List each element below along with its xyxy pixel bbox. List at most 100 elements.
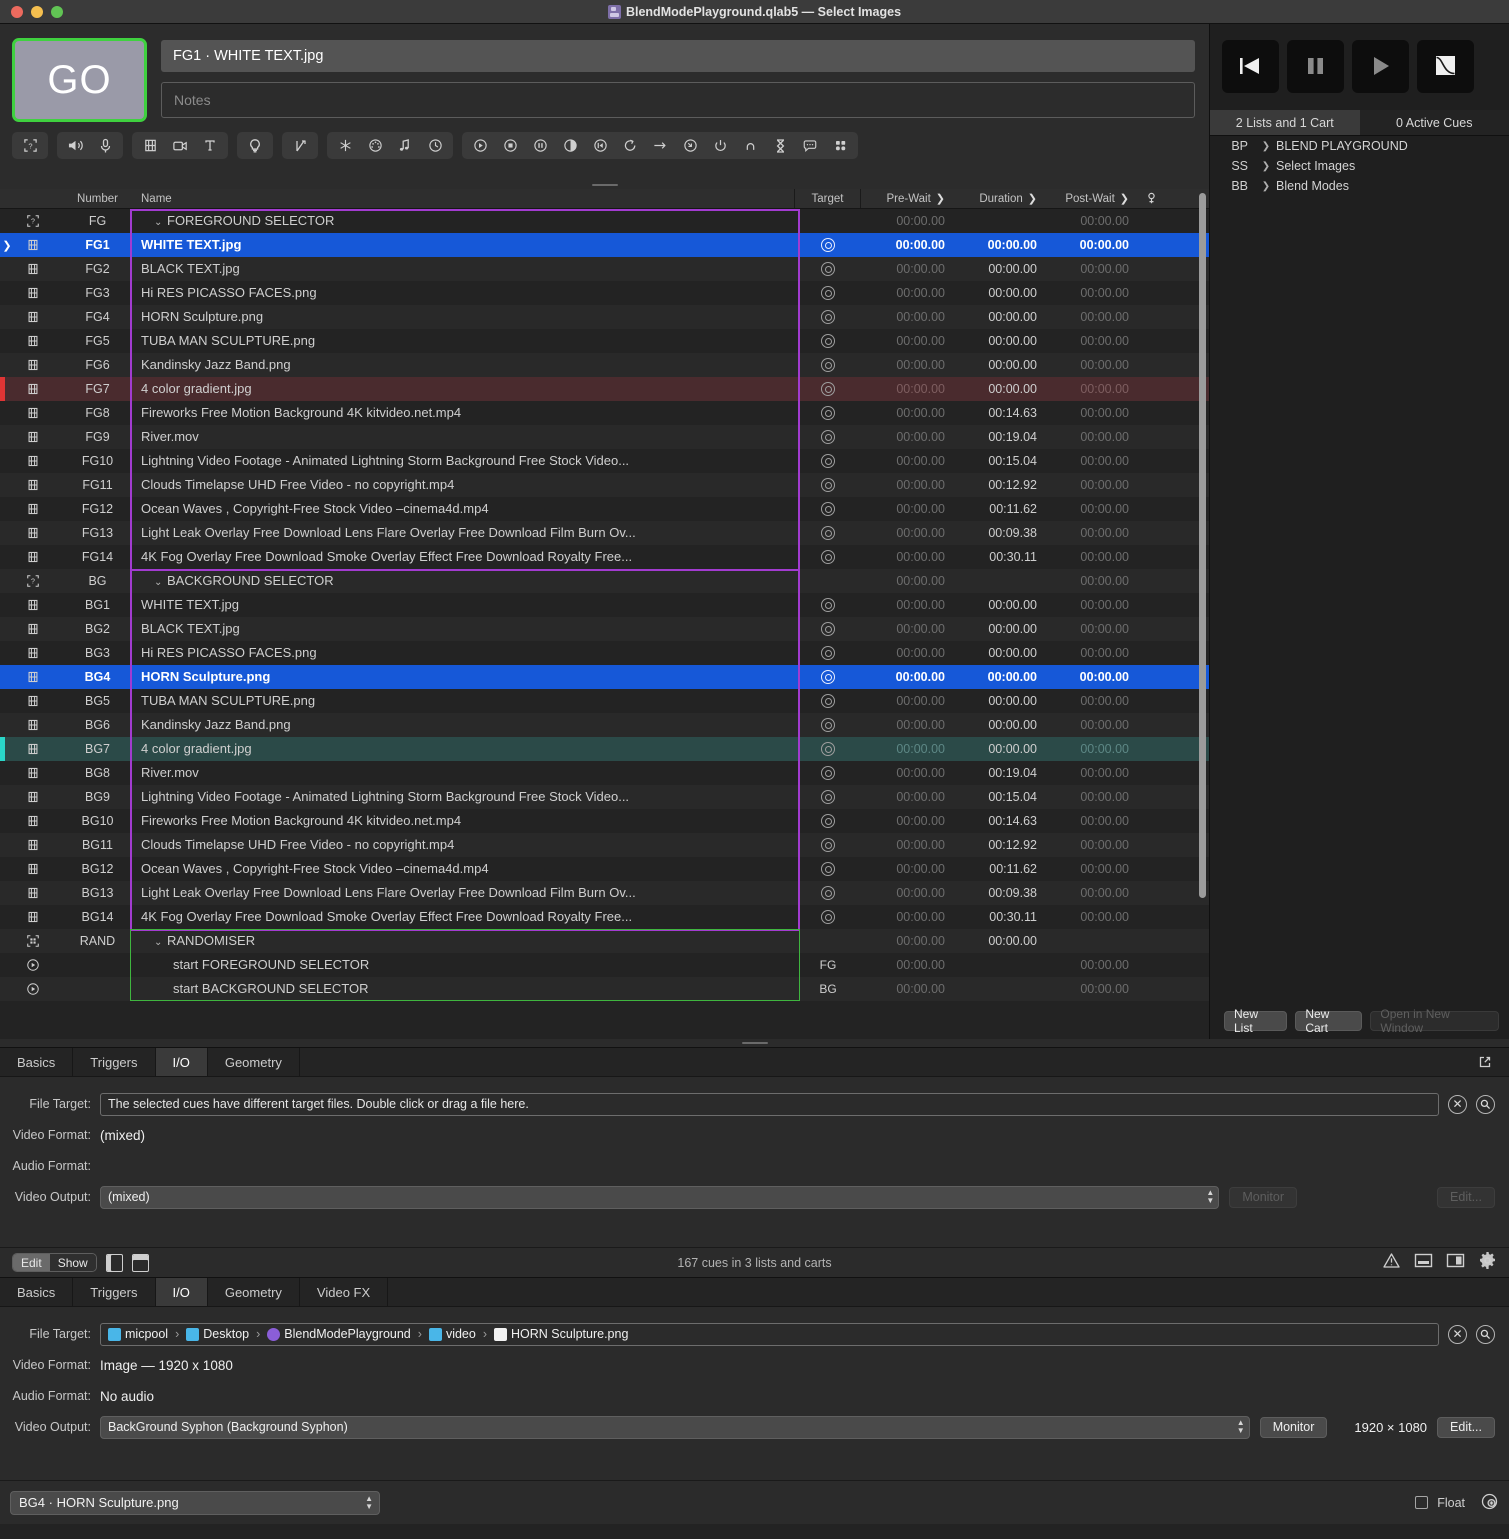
table-row[interactable]: FG6Kandinsky Jazz Band.png00:00.0000:00.…: [0, 353, 1209, 377]
column-number[interactable]: Number: [65, 189, 130, 208]
table-row[interactable]: BG3Hi RES PICASSO FACES.png00:00.0000:00…: [0, 641, 1209, 665]
zoom-button[interactable]: [51, 6, 63, 18]
cue-flag[interactable]: [1137, 209, 1165, 233]
tab-lists-and-carts[interactable]: 2 Lists and 1 Cart: [1210, 110, 1360, 135]
cue-flag[interactable]: [1137, 857, 1165, 881]
selected-cue-select[interactable]: BG4 · HORN Sculpture.png ▲▼: [10, 1491, 380, 1515]
collapse-panel-icon[interactable]: [1414, 1252, 1433, 1274]
show-mode-button[interactable]: Show: [50, 1254, 96, 1271]
chevron-right-icon[interactable]: ❯: [1256, 141, 1276, 152]
table-row[interactable]: RAND⌄RANDOMISER00:00.0000:00.00: [0, 929, 1209, 953]
cue-flag[interactable]: [1137, 977, 1165, 1001]
table-row[interactable]: BG1WHITE TEXT.jpg00:00.0000:00.0000:00.0…: [0, 593, 1209, 617]
cue-flag[interactable]: [1137, 593, 1165, 617]
table-row[interactable]: FG9River.mov00:00.0000:19.0400:00.00: [0, 425, 1209, 449]
close-button[interactable]: [11, 6, 23, 18]
timecode-cue-icon[interactable]: [420, 133, 450, 158]
breadcrumb-item[interactable]: BlendModePlayground: [267, 1327, 410, 1341]
header-resize-handle[interactable]: [592, 183, 618, 187]
table-row[interactable]: BG8River.mov00:00.0000:19.0400:00.00: [0, 761, 1209, 785]
cue-flag[interactable]: [1137, 617, 1165, 641]
magnifier-circle-icon[interactable]: [1476, 1095, 1495, 1114]
text-cue-icon[interactable]: [195, 133, 225, 158]
tab-basics[interactable]: Basics: [0, 1048, 73, 1076]
cue-flag[interactable]: [1137, 737, 1165, 761]
music-cue-icon[interactable]: [390, 133, 420, 158]
edit-mode-button[interactable]: Edit: [13, 1254, 50, 1271]
magnifier-circle-icon-2[interactable]: [1476, 1325, 1495, 1344]
cue-flag[interactable]: [1137, 449, 1165, 473]
video-output-select-2[interactable]: BackGround Syphon (Background Syphon) ▲▼: [100, 1416, 1250, 1439]
video-cue-icon[interactable]: [135, 133, 165, 158]
sidebar-list-item[interactable]: BB❯Blend Modes: [1210, 176, 1509, 196]
cue-flag[interactable]: [1137, 281, 1165, 305]
column-duration[interactable]: Duration❯: [953, 189, 1045, 208]
cue-flag[interactable]: [1137, 761, 1165, 785]
camera-cue-icon[interactable]: [165, 133, 195, 158]
network-cue-icon[interactable]: [330, 133, 360, 158]
chevron-right-icon[interactable]: ❯: [1256, 181, 1276, 192]
open-external-icon[interactable]: [1461, 1048, 1509, 1076]
wait-cue-icon[interactable]: [735, 133, 765, 158]
cue-flag[interactable]: [1137, 305, 1165, 329]
tab-active-cues[interactable]: 0 Active Cues: [1360, 110, 1509, 135]
sidebar-toggle-icon[interactable]: [106, 1254, 123, 1272]
tab-io[interactable]: I/O: [156, 1048, 208, 1076]
script-cue-icon[interactable]: [825, 133, 855, 158]
previous-cue-button[interactable]: [1222, 40, 1279, 93]
table-row[interactable]: BG2BLACK TEXT.jpg00:00.0000:00.0000:00.0…: [0, 617, 1209, 641]
float-checkbox[interactable]: [1415, 1496, 1428, 1509]
table-row[interactable]: FG5TUBA MAN SCULPTURE.png00:00.0000:00.0…: [0, 329, 1209, 353]
cue-flag[interactable]: [1137, 521, 1165, 545]
audio-cue-icon[interactable]: [60, 133, 90, 158]
cue-flag[interactable]: [1137, 569, 1165, 593]
cue-rows[interactable]: ?FG⌄FOREGROUND SELECTOR00:00.0000:00.00❯…: [0, 209, 1209, 1039]
cue-flag[interactable]: [1137, 905, 1165, 929]
table-row[interactable]: start BACKGROUND SELECTORBG00:00.0000:00…: [0, 977, 1209, 1001]
table-row[interactable]: BG74 color gradient.jpg00:00.0000:00.000…: [0, 737, 1209, 761]
play-button[interactable]: [1352, 40, 1409, 93]
scrollbar-thumb[interactable]: [1199, 193, 1206, 898]
mic-cue-icon[interactable]: [90, 133, 120, 158]
window-controls[interactable]: [0, 6, 63, 18]
column-target[interactable]: Target: [795, 189, 861, 208]
edit-show-toggle[interactable]: Edit Show: [12, 1253, 97, 1272]
add-window-icon[interactable]: [1480, 1492, 1499, 1514]
disclosure-chevron-icon[interactable]: ⌄: [154, 211, 167, 233]
cue-flag[interactable]: [1137, 497, 1165, 521]
table-row[interactable]: BG12Ocean Waves , Copyright-Free Stock V…: [0, 857, 1209, 881]
fade-cue-icon[interactable]: [285, 133, 315, 158]
group-cue-icon[interactable]: ?: [15, 133, 45, 158]
table-row[interactable]: FG13Light Leak Overlay Free Download Len…: [0, 521, 1209, 545]
cue-flag[interactable]: [1137, 809, 1165, 833]
tab-triggers[interactable]: Triggers: [73, 1048, 155, 1076]
table-row[interactable]: FG74 color gradient.jpg00:00.0000:00.000…: [0, 377, 1209, 401]
column-name[interactable]: Name: [130, 189, 795, 208]
file-target-input[interactable]: The selected cues have different target …: [100, 1093, 1439, 1116]
arm-cue-icon[interactable]: [705, 133, 735, 158]
cue-flag[interactable]: [1137, 665, 1165, 689]
sidebar-list-item[interactable]: BP❯BLEND PLAYGROUND: [1210, 136, 1509, 156]
video-output-select[interactable]: (mixed) ▲▼: [100, 1186, 1219, 1209]
cue-flag[interactable]: [1137, 689, 1165, 713]
tab2-basics[interactable]: Basics: [0, 1278, 73, 1306]
clear-circle-icon-2[interactable]: ✕: [1448, 1325, 1467, 1344]
table-row[interactable]: FG2BLACK TEXT.jpg00:00.0000:00.0000:00.0…: [0, 257, 1209, 281]
column-flag[interactable]: [1137, 189, 1165, 208]
gear-icon[interactable]: [1478, 1251, 1497, 1275]
devamp-cue-icon[interactable]: [675, 133, 705, 158]
table-row[interactable]: BG144K Fog Overlay Free Download Smoke O…: [0, 905, 1209, 929]
cue-flag[interactable]: [1137, 881, 1165, 905]
breadcrumb-item[interactable]: micpool: [108, 1327, 168, 1341]
table-row[interactable]: FG4HORN Sculpture.png00:00.0000:00.0000:…: [0, 305, 1209, 329]
tab2-io[interactable]: I/O: [156, 1278, 208, 1306]
chevron-right-icon[interactable]: ❯: [1256, 161, 1276, 172]
cue-flag[interactable]: [1137, 833, 1165, 857]
table-row[interactable]: FG12Ocean Waves , Copyright-Free Stock V…: [0, 497, 1209, 521]
cue-flag[interactable]: [1137, 473, 1165, 497]
cue-flag[interactable]: [1137, 713, 1165, 737]
cue-flag[interactable]: [1137, 353, 1165, 377]
table-row[interactable]: FG3Hi RES PICASSO FACES.png00:00.0000:00…: [0, 281, 1209, 305]
edit-button-2[interactable]: Edit...: [1437, 1417, 1495, 1438]
clear-circle-icon[interactable]: ✕: [1448, 1095, 1467, 1114]
